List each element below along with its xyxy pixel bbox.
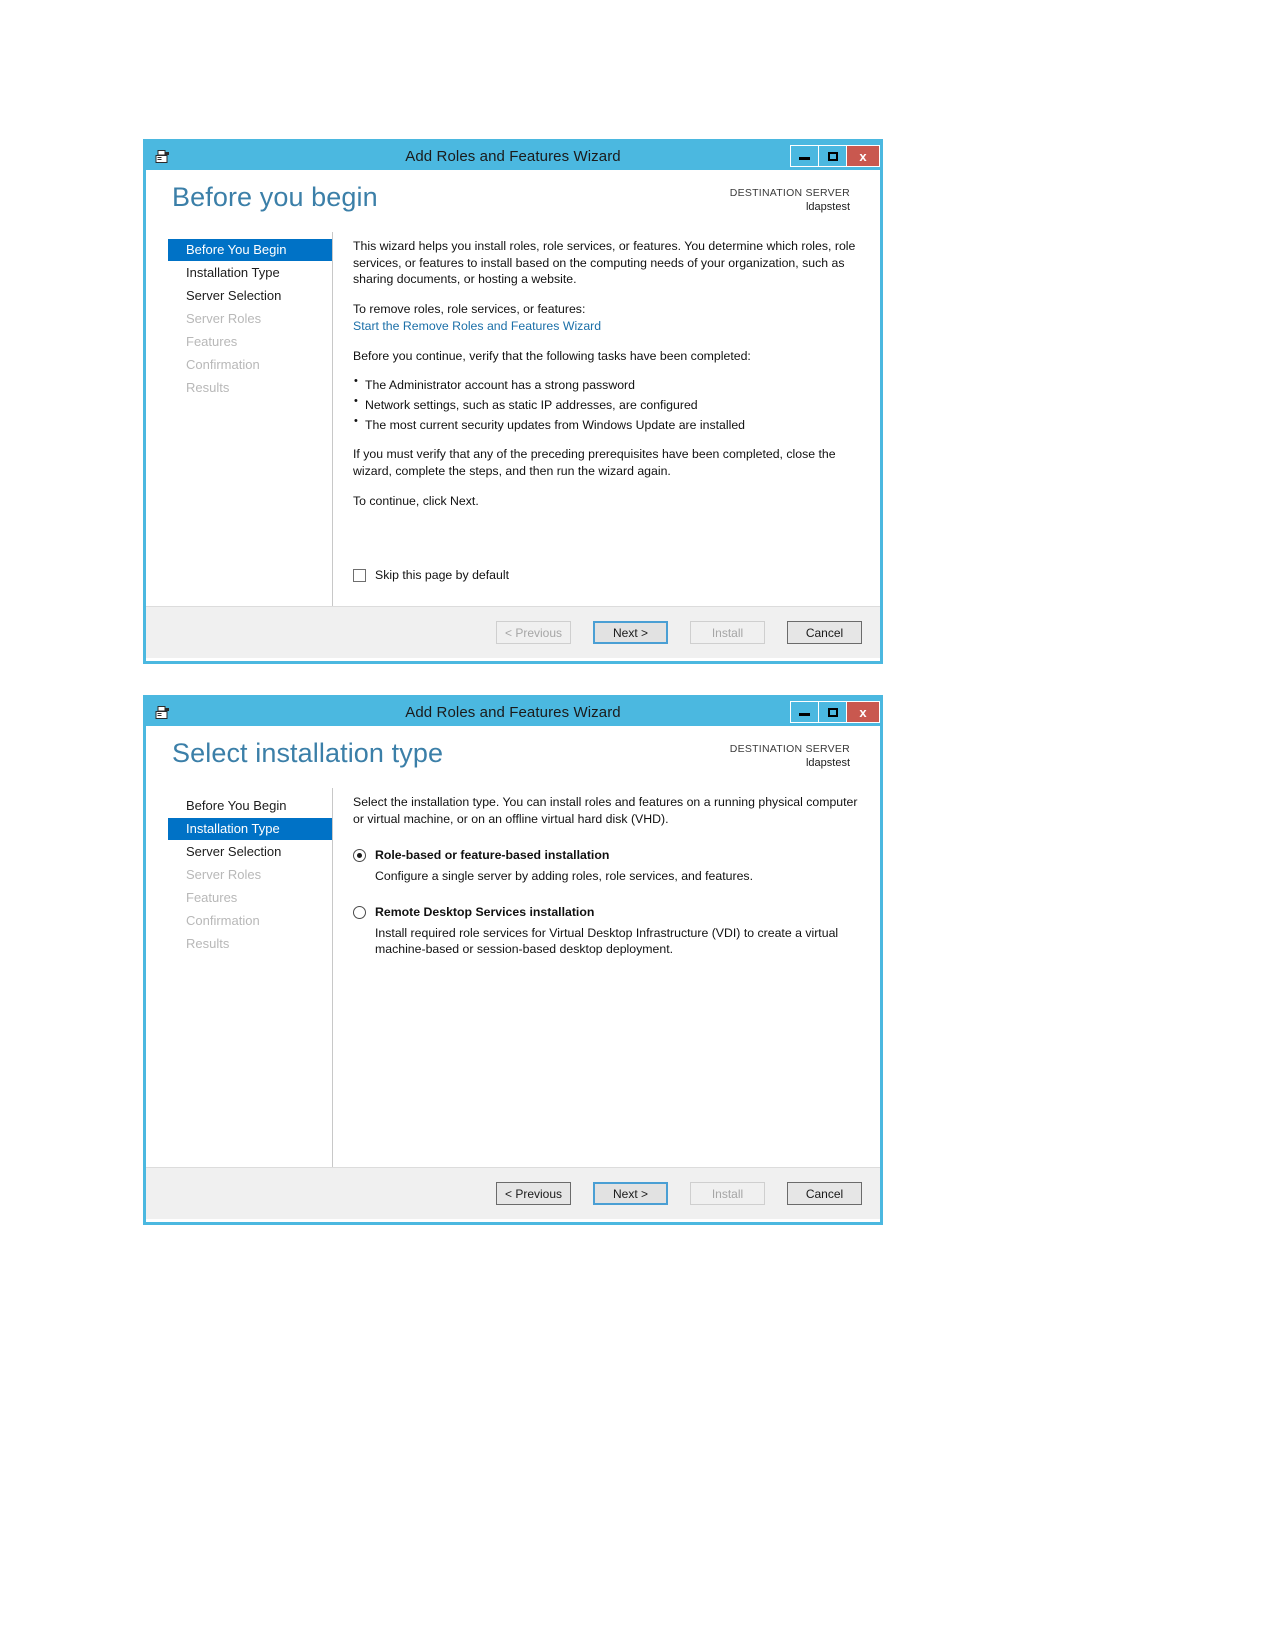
destination-server: DESTINATION SERVER ldapstest xyxy=(730,186,850,215)
sidebar-item-features: Features xyxy=(186,890,238,905)
install-button: Install xyxy=(690,1182,765,1205)
window-controls: x xyxy=(790,701,880,723)
maximize-button[interactable] xyxy=(818,145,846,167)
list-item: Network settings, such as static IP addr… xyxy=(353,394,860,414)
sidebar-item-server-selection[interactable]: Server Selection xyxy=(168,285,332,307)
radio-button-remote-desktop-services[interactable] xyxy=(353,905,366,919)
maximize-button[interactable] xyxy=(818,701,846,723)
skip-page-checkbox-label: Skip this page by default xyxy=(375,568,509,583)
content-pane: Select the installation type. You can in… xyxy=(332,788,880,1167)
minimize-button[interactable] xyxy=(790,701,818,723)
intro-paragraph: This wizard helps you install roles, rol… xyxy=(353,239,856,287)
server-wizard-icon xyxy=(152,146,172,166)
list-item: The most current security updates from W… xyxy=(353,414,860,434)
radio-description-remote-desktop-services: Install required role services for Virtu… xyxy=(375,925,839,957)
sidebar-item-results: Results xyxy=(186,380,230,395)
cancel-button[interactable]: Cancel xyxy=(787,1182,862,1205)
page-header: Select installation type DESTINATION SER… xyxy=(146,726,880,788)
footer-button-bar: < Previous Next > Install Cancel xyxy=(146,606,880,658)
navigation-pane: Before You Begin Installation Type Serve… xyxy=(146,232,332,606)
list-item: The Administrator account has a strong p… xyxy=(353,374,860,394)
sidebar-item-server-selection[interactable]: Server Selection xyxy=(168,841,332,863)
start-remove-roles-and-features-wizard-link[interactable]: Start the Remove Roles and Features Wiza… xyxy=(353,318,860,335)
minimize-button[interactable] xyxy=(790,145,818,167)
destination-server-value: ldapstest xyxy=(805,201,850,214)
wizard-window-before-you-begin: Add Roles and Features Wizard x Before y… xyxy=(143,139,883,664)
maximize-icon xyxy=(827,151,838,161)
continue-note: To continue, click Next. xyxy=(353,493,479,508)
sidebar-item-server-roles: Server Roles xyxy=(186,867,262,882)
server-wizard-icon xyxy=(152,702,172,722)
page-title: Before you begin xyxy=(172,182,378,212)
sidebar-item-server-roles: Server Roles xyxy=(186,311,262,326)
installation-type-radio-group: Role-based or feature-based installation… xyxy=(353,847,860,958)
minimize-icon xyxy=(799,713,810,716)
skip-page-checkbox[interactable] xyxy=(353,569,366,583)
close-button[interactable]: x xyxy=(846,145,880,167)
verify-prompt: Before you continue, verify that the fol… xyxy=(353,348,751,363)
window-title: Add Roles and Features Wizard xyxy=(405,147,621,165)
page-header: Before you begin DESTINATION SERVER ldap… xyxy=(146,170,880,232)
prerequisite-list: The Administrator account has a strong p… xyxy=(353,374,860,434)
page-title: Select installation type xyxy=(172,738,444,768)
radio-label-role-based: Role-based or feature-based installation xyxy=(375,848,610,863)
wizard-window-select-installation-type: Add Roles and Features Wizard x Select i… xyxy=(143,695,883,1225)
close-button[interactable]: x xyxy=(846,701,880,723)
window-title: Add Roles and Features Wizard xyxy=(405,703,621,721)
previous-button[interactable]: < Previous xyxy=(496,1182,571,1205)
destination-server-label: DESTINATION SERVER xyxy=(729,743,850,755)
next-button[interactable]: Next > xyxy=(593,1182,668,1205)
prerequisite-note: If you must verify that any of the prece… xyxy=(353,447,836,479)
page-body: Before You Begin Installation Type Serve… xyxy=(146,788,880,1167)
sidebar-item-confirmation: Confirmation xyxy=(186,357,260,372)
sidebar-item-before-you-begin[interactable]: Before You Begin xyxy=(168,795,332,817)
skip-page-checkbox-row[interactable]: Skip this page by default xyxy=(353,567,509,584)
remove-prompt: To remove roles, role services, or featu… xyxy=(353,302,586,317)
footer-button-bar: < Previous Next > Install Cancel xyxy=(146,1167,880,1219)
title-bar: Add Roles and Features Wizard x xyxy=(146,698,880,726)
destination-server-value: ldapstest xyxy=(805,757,850,770)
install-button: Install xyxy=(690,621,765,644)
maximize-icon xyxy=(827,707,838,717)
next-button[interactable]: Next > xyxy=(593,621,668,644)
sidebar-item-results: Results xyxy=(186,936,230,951)
title-bar: Add Roles and Features Wizard x xyxy=(146,142,880,170)
destination-server: DESTINATION SERVER ldapstest xyxy=(730,742,850,771)
minimize-icon xyxy=(799,157,810,160)
radio-description-role-based: Configure a single server by adding role… xyxy=(375,869,753,884)
radio-label-remote-desktop-services: Remote Desktop Services installation xyxy=(375,904,595,919)
previous-button: < Previous xyxy=(496,621,571,644)
sidebar-item-installation-type[interactable]: Installation Type xyxy=(168,818,332,840)
sidebar-item-installation-type[interactable]: Installation Type xyxy=(168,262,332,284)
sidebar-item-before-you-begin[interactable]: Before You Begin xyxy=(168,239,332,261)
intro-paragraph: Select the installation type. You can in… xyxy=(353,795,858,826)
sidebar-item-features: Features xyxy=(186,334,238,349)
content-pane: This wizard helps you install roles, rol… xyxy=(332,232,880,606)
window-controls: x xyxy=(790,145,880,167)
radio-button-role-based[interactable] xyxy=(353,849,366,863)
radio-option-role-based[interactable]: Role-based or feature-based installation xyxy=(353,847,860,864)
radio-option-remote-desktop-services[interactable]: Remote Desktop Services installation xyxy=(353,904,860,921)
cancel-button[interactable]: Cancel xyxy=(787,621,862,644)
destination-server-label: DESTINATION SERVER xyxy=(729,187,850,199)
page-body: Before You Begin Installation Type Serve… xyxy=(146,232,880,606)
navigation-pane: Before You Begin Installation Type Serve… xyxy=(146,788,332,1167)
sidebar-item-confirmation: Confirmation xyxy=(186,913,260,928)
